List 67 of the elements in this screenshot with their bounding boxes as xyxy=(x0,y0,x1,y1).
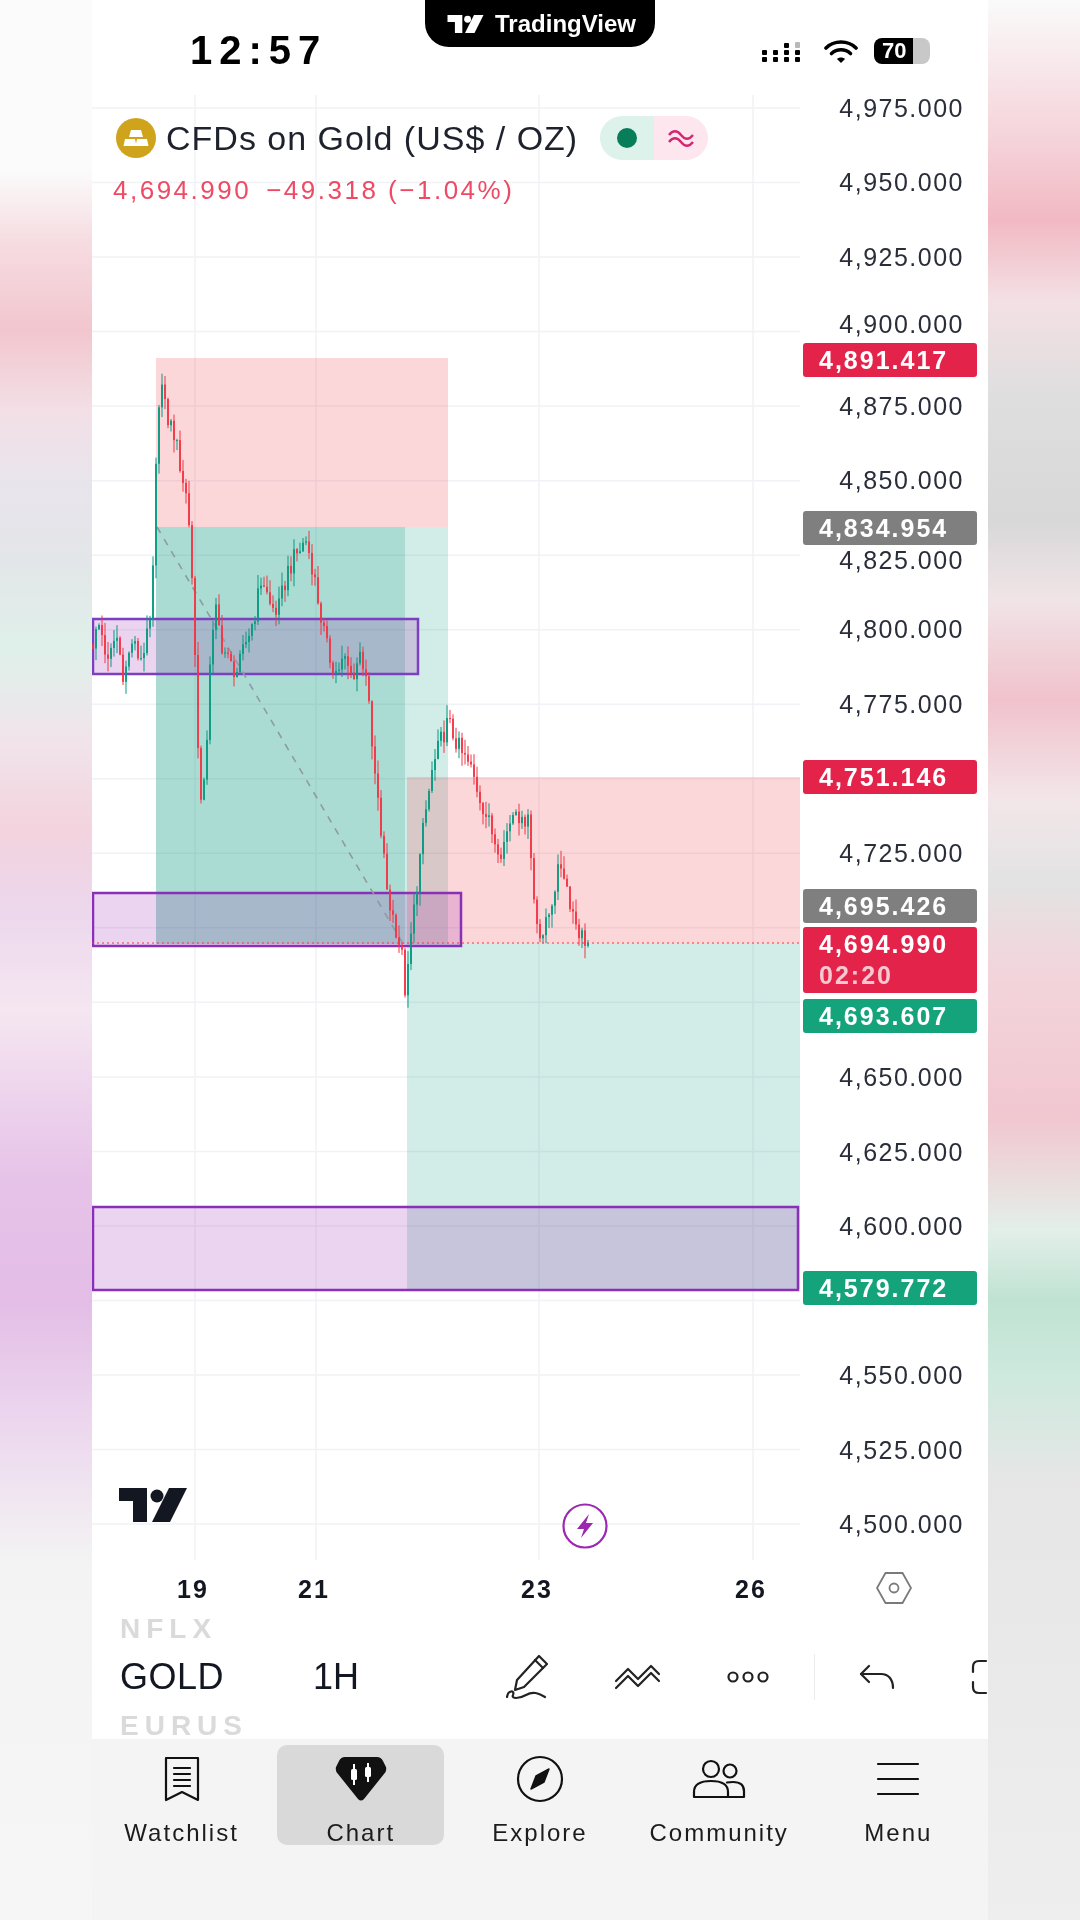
price-change: −49.318 (−1.04%) xyxy=(266,174,515,206)
price-axis-label: 4,550.000 xyxy=(839,1362,964,1388)
draw-button[interactable] xyxy=(505,1654,549,1700)
price-axis-label: 4,775.000 xyxy=(839,691,964,717)
price-axis-label: 4,900.000 xyxy=(839,311,964,337)
app-name: TradingView xyxy=(495,9,636,38)
lightning-button[interactable] xyxy=(562,1503,608,1549)
people-icon xyxy=(691,1759,748,1799)
time-axis-label: 23 xyxy=(521,1576,553,1602)
undo-button[interactable] xyxy=(859,1664,895,1690)
price-axis-label: 4,975.000 xyxy=(839,95,964,121)
bookmark-list-icon xyxy=(162,1756,201,1802)
price-axis-label: 4,650.000 xyxy=(839,1064,964,1090)
fullscreen-button[interactable] xyxy=(971,1659,988,1695)
price-axis-label: 4,500.000 xyxy=(839,1511,964,1537)
interval-button[interactable]: 1H xyxy=(313,1655,360,1699)
bullion-icon xyxy=(116,118,156,158)
logo-icon xyxy=(119,1488,187,1522)
wifi-icon xyxy=(824,38,858,64)
price-tag: 4,891.417 xyxy=(803,343,977,377)
zigzag-lines-icon xyxy=(613,1664,661,1690)
data-status-button[interactable] xyxy=(654,116,709,160)
symbol-option[interactable]: GOLD xyxy=(120,1642,225,1712)
status-dot-icon xyxy=(617,128,638,148)
compass-icon xyxy=(516,1755,564,1803)
time-axis-label: 19 xyxy=(177,1576,209,1602)
price-axis-label: 4,925.000 xyxy=(839,244,964,270)
market-status-button[interactable] xyxy=(600,116,655,160)
price-tag: 4,579.772 xyxy=(803,1271,977,1305)
time-axis-label: 26 xyxy=(735,1576,767,1602)
price-axis-label: 4,525.000 xyxy=(839,1437,964,1463)
price-axis-label: 4,875.000 xyxy=(839,393,964,419)
frame-corners-icon xyxy=(971,1659,988,1695)
price-tag: 4,695.426 xyxy=(803,889,977,923)
wave-icon xyxy=(668,129,695,147)
time-axis-label: 21 xyxy=(298,1576,330,1602)
countdown-timer: 02:20 xyxy=(819,960,894,991)
price-value: 4,694.990 xyxy=(819,929,950,960)
price-tag: 4,834.954 xyxy=(803,511,977,545)
menu-icon xyxy=(876,1761,921,1797)
nav-tab[interactable]: Community xyxy=(635,1745,803,1845)
pencil-icon xyxy=(505,1654,549,1700)
price-axis-label: 4,625.000 xyxy=(839,1139,964,1165)
price-axis-label: 4,600.000 xyxy=(839,1213,964,1239)
status-time: 12:57 xyxy=(190,28,328,72)
nav-tab[interactable]: Chart xyxy=(277,1745,445,1845)
nav-tab[interactable]: Watchlist xyxy=(98,1745,266,1845)
settings-button[interactable] xyxy=(876,1571,912,1604)
price-tag: 4,693.607 xyxy=(803,999,977,1033)
price-axis-label: 4,800.000 xyxy=(839,617,964,643)
last-price: 4,694.990 xyxy=(113,174,252,206)
price-axis-label: 4,825.000 xyxy=(839,547,964,573)
settings-icon xyxy=(876,1571,912,1604)
more-icon xyxy=(727,1671,769,1683)
nav-tab[interactable]: Menu xyxy=(814,1745,982,1845)
candlestick-chart-icon xyxy=(333,1755,388,1803)
battery-indicator: 70 xyxy=(874,38,930,64)
lightning-icon xyxy=(562,1503,608,1549)
price-axis-label: 4,850.000 xyxy=(839,468,964,494)
more-button[interactable] xyxy=(727,1671,769,1683)
undo-icon xyxy=(859,1664,895,1690)
price-axis-label: 4,725.000 xyxy=(839,840,964,866)
price-axis-label: 4,950.000 xyxy=(839,170,964,195)
price-tag: 4,751.146 xyxy=(803,760,977,794)
symbol-title: CFDs on Gold (US$ / OZ) xyxy=(166,118,579,158)
nav-tab[interactable]: Explore xyxy=(456,1745,624,1845)
drawings-button[interactable] xyxy=(613,1664,661,1690)
